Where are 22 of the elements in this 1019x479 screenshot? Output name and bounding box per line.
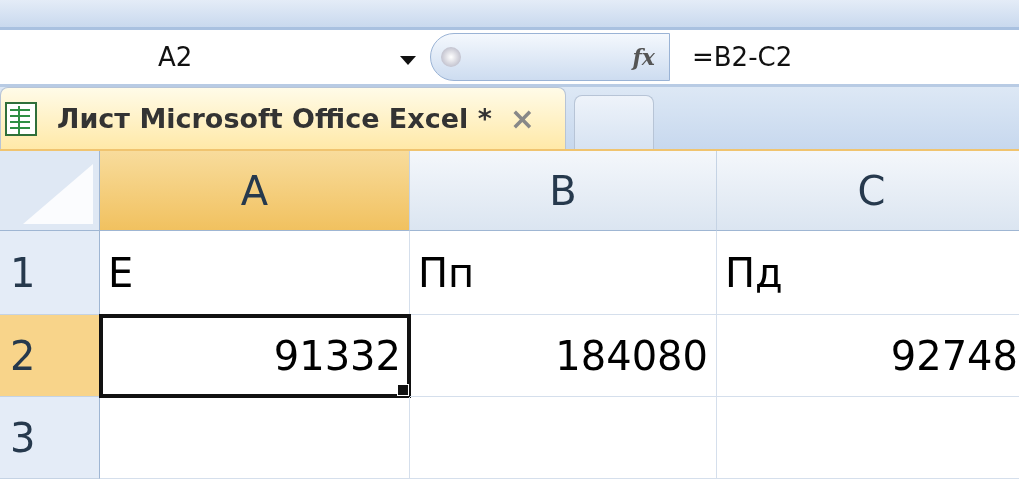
column-header[interactable]: B bbox=[410, 151, 717, 231]
workbook-tab[interactable]: Лист Microsoft Office Excel * × bbox=[0, 87, 566, 149]
caret-icon[interactable] bbox=[400, 56, 416, 66]
table-cell[interactable]: Пп bbox=[410, 231, 717, 315]
table-cell[interactable]: 91332 bbox=[100, 315, 410, 397]
insert-function-button[interactable]: fx bbox=[430, 33, 670, 81]
row-header[interactable]: 3 bbox=[0, 397, 100, 479]
column-header[interactable]: A bbox=[100, 151, 410, 231]
spreadsheet-icon bbox=[5, 101, 39, 136]
column-header[interactable]: C bbox=[717, 151, 1019, 231]
table-cell[interactable]: Е bbox=[100, 231, 410, 315]
table-cell[interactable]: 92748 bbox=[717, 315, 1019, 397]
table-cell[interactable]: Пд bbox=[717, 231, 1019, 315]
select-all-button[interactable] bbox=[0, 151, 100, 231]
table-cell[interactable]: 184080 bbox=[410, 315, 717, 397]
empty-cell[interactable] bbox=[410, 397, 717, 479]
row-header[interactable]: 2 bbox=[0, 315, 100, 397]
workbook-tab[interactable] bbox=[573, 95, 654, 149]
name-box[interactable]: A2 bbox=[0, 30, 430, 84]
formula-field[interactable]: =B2-C2 bbox=[692, 42, 793, 72]
row-header[interactable]: 1 bbox=[0, 231, 100, 315]
fill-handle[interactable] bbox=[397, 384, 409, 396]
